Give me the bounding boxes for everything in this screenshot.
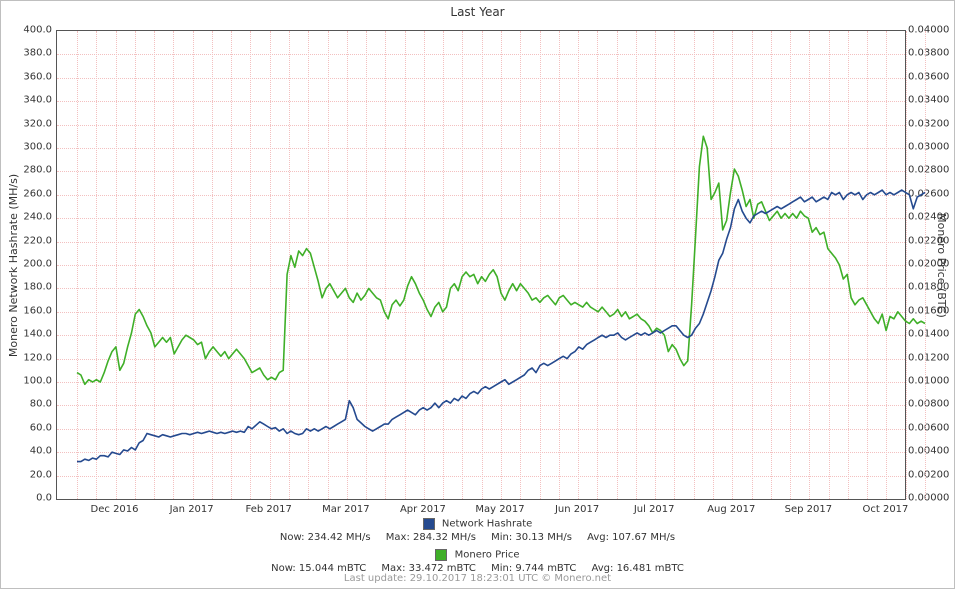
swatch-price-icon [435,549,447,561]
y-tick-right: 0.03200 [908,118,949,129]
y-tick-left: 280.0 [23,165,52,176]
y-tick-left: 340.0 [23,95,52,106]
y-tick-right: 0.01800 [908,282,949,293]
plot-area [56,30,906,500]
y-tick-right: 0.00600 [908,422,949,433]
y-tick-right: 0.00800 [908,399,949,410]
y-tick-left: 60.0 [30,422,52,433]
y-tick-left: 300.0 [23,142,52,153]
y-tick-left: 100.0 [23,376,52,387]
y-tick-right: 0.03000 [908,142,949,153]
y-tick-left: 20.0 [30,469,52,480]
y-tick-left: 240.0 [23,212,52,223]
legend-hashrate-name: Network Hashrate [442,519,532,530]
x-tick: Feb 2017 [246,504,292,515]
y-tick-right: 0.02400 [908,212,949,223]
y-tick-right: 0.03600 [908,71,949,82]
y-tick-right: 0.02000 [908,259,949,270]
legend-hashrate: Network Hashrate [1,518,954,530]
y-tick-right: 0.01600 [908,305,949,316]
x-tick: Mar 2017 [322,504,370,515]
y-tick-right: 0.01400 [908,329,949,340]
x-tick: Oct 2017 [862,504,908,515]
chart-container: Last Year Monero Network Hashrate (MH/s)… [0,0,955,589]
y-tick-left: 200.0 [23,259,52,270]
chart-lines [57,31,905,499]
x-tick: Apr 2017 [400,504,446,515]
x-tick: Sep 2017 [785,504,832,515]
y-tick-left: 360.0 [23,71,52,82]
x-tick: May 2017 [475,504,524,515]
y-tick-right: 0.03400 [908,95,949,106]
swatch-hashrate-icon [423,518,435,530]
x-tick: Aug 2017 [707,504,755,515]
y-tick-left: 40.0 [30,446,52,457]
y-tick-right: 0.01200 [908,352,949,363]
x-tick: Jul 2017 [634,504,675,515]
chart-title: Last Year [1,5,954,19]
x-tick: Jan 2017 [170,504,214,515]
y-axis-left-label: Monero Network Hashrate (MH/s) [5,30,23,500]
legend: Network Hashrate Now: 234.42 MH/s Max: 2… [1,516,954,574]
y-tick-left: 380.0 [23,48,52,59]
y-tick-right: 0.02800 [908,165,949,176]
y-tick-right: 0.02600 [908,188,949,199]
legend-hashrate-stats: Now: 234.42 MH/s Max: 284.32 MH/s Min: 3… [1,532,954,543]
y-tick-right: 0.00400 [908,446,949,457]
y-tick-left: 180.0 [23,282,52,293]
y-tick-right: 0.04000 [908,25,949,36]
x-tick: Jun 2017 [555,504,599,515]
x-tick: Dec 2016 [91,504,139,515]
y-tick-right: 0.00200 [908,469,949,480]
legend-price: Monero Price [1,549,954,561]
y-tick-left: 160.0 [23,305,52,316]
legend-price-name: Monero Price [455,550,520,561]
y-tick-left: 320.0 [23,118,52,129]
y-tick-left: 80.0 [30,399,52,410]
y-tick-left: 120.0 [23,352,52,363]
y-tick-right: 0.03800 [908,48,949,59]
y-tick-left: 220.0 [23,235,52,246]
line-price [77,136,925,384]
y-tick-left: 400.0 [23,25,52,36]
line-hashrate [77,190,925,462]
last-update: Last update: 29.10.2017 18:23:01 UTC © M… [1,573,954,584]
y-tick-left: 260.0 [23,188,52,199]
y-tick-right: 0.01000 [908,376,949,387]
y-tick-left: 0.0 [36,493,52,504]
y-tick-right: 0.02200 [908,235,949,246]
y-tick-left: 140.0 [23,329,52,340]
y-tick-right: 0.00000 [908,493,949,504]
